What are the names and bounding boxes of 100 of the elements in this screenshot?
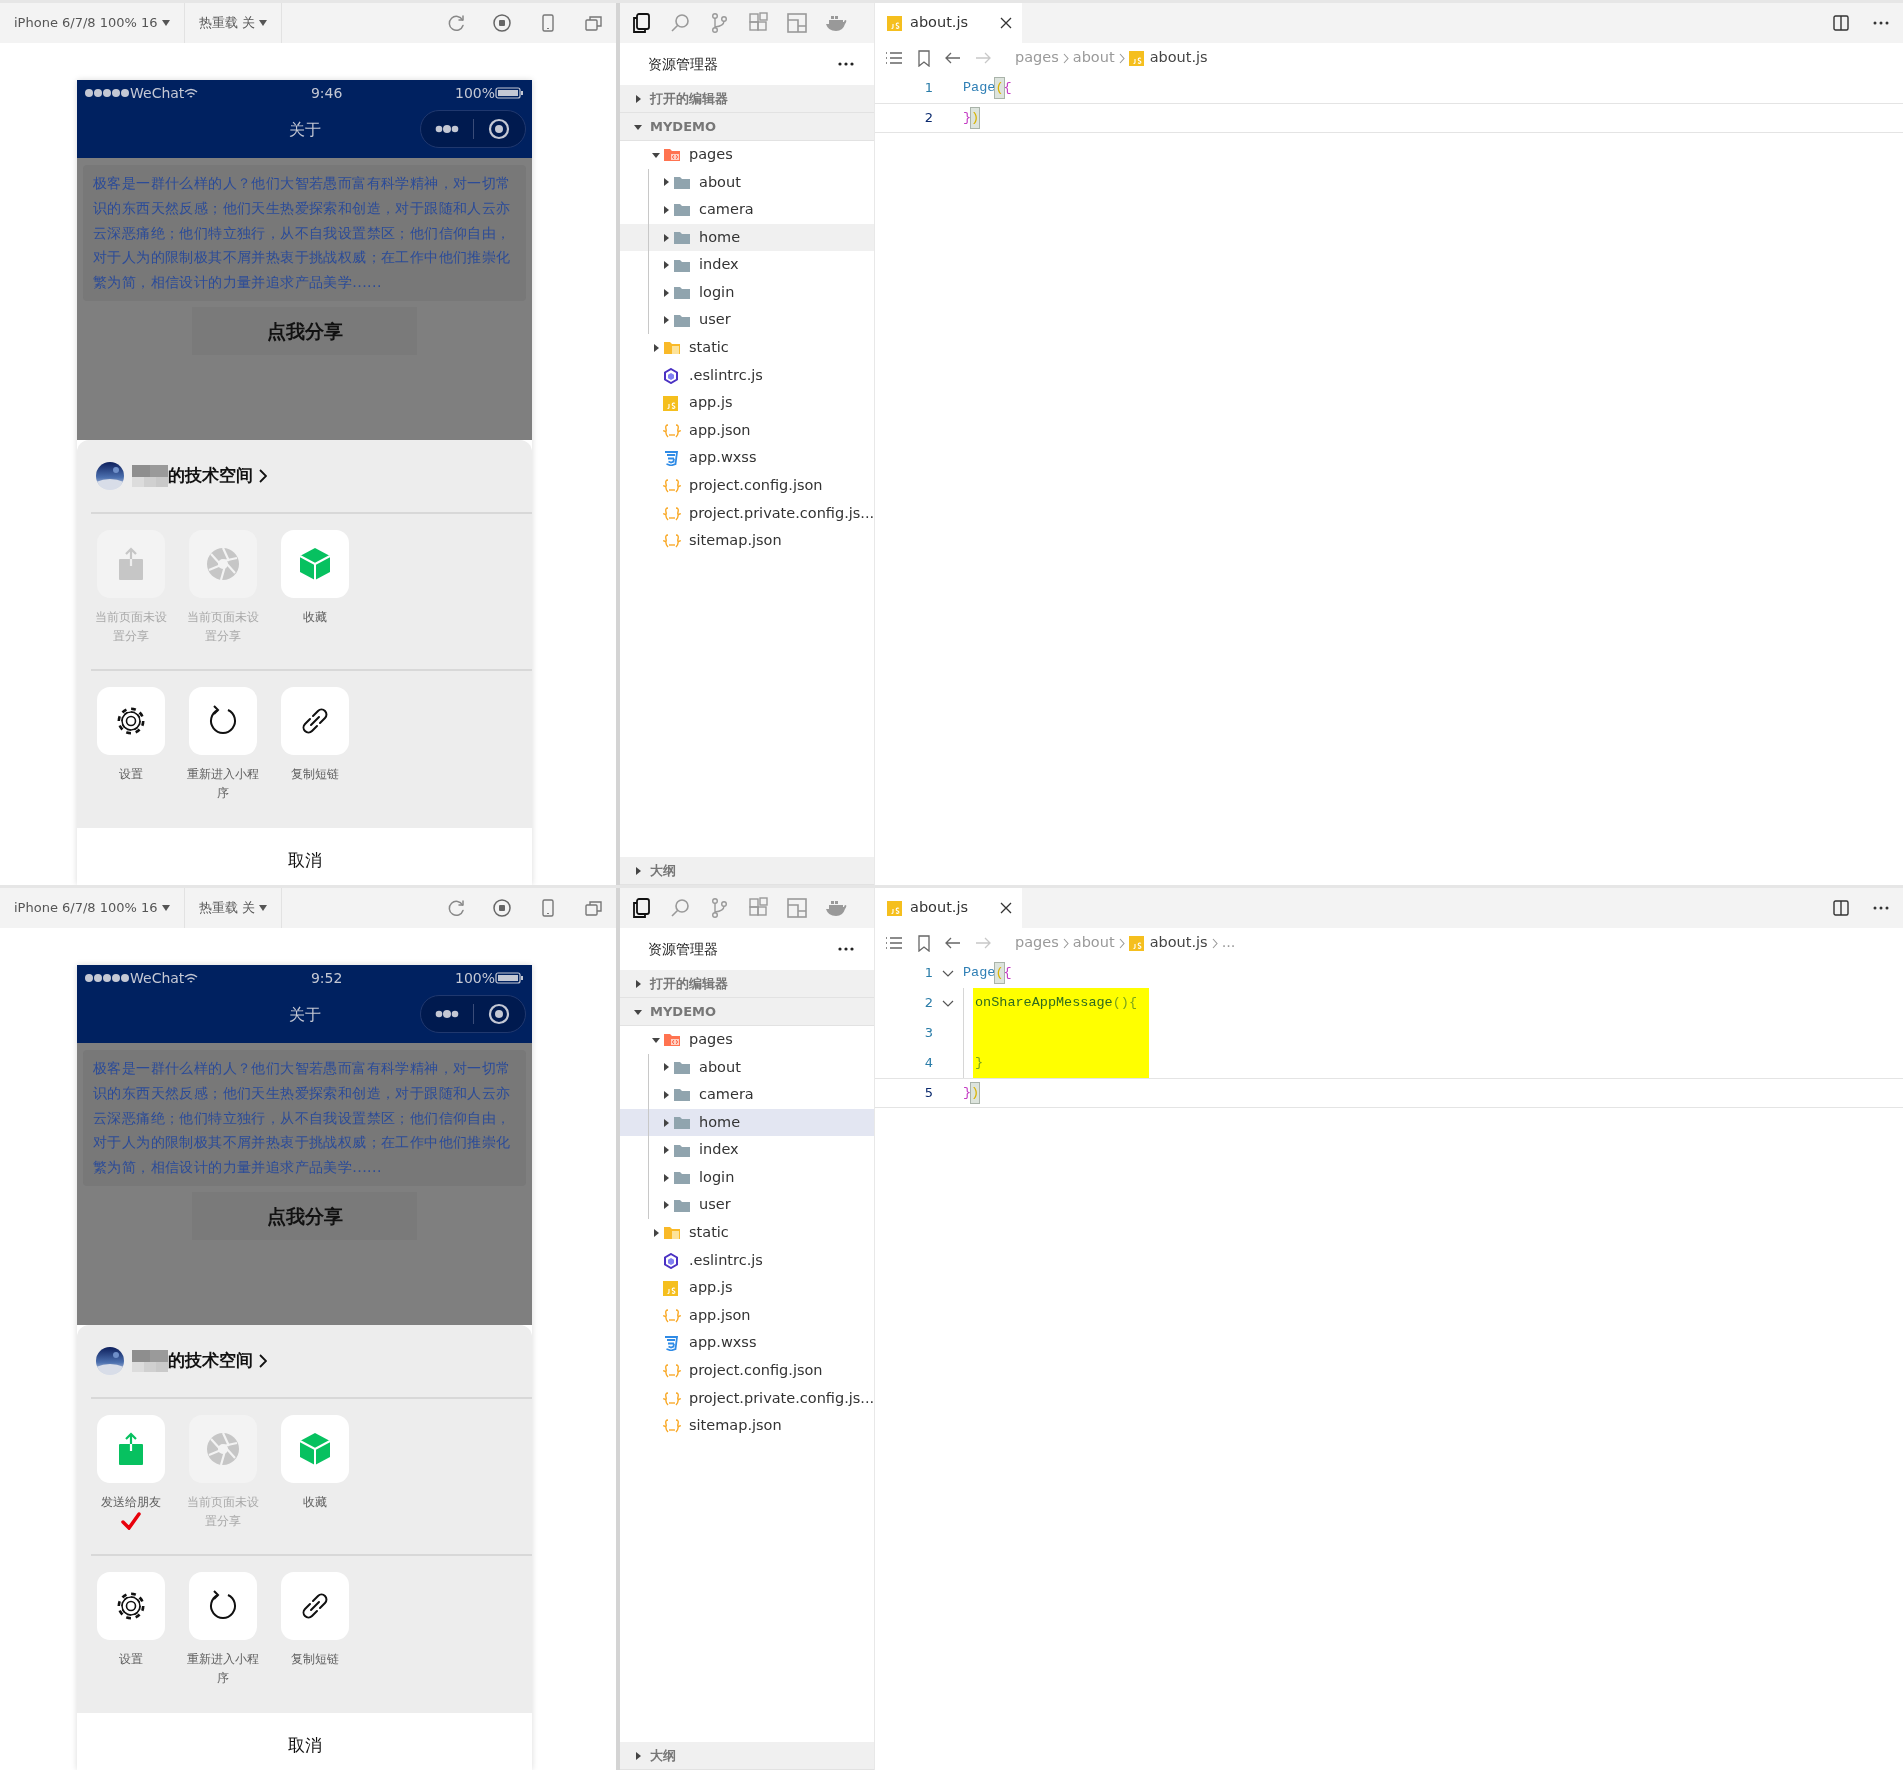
- tree-item[interactable]: user: [620, 306, 874, 335]
- more-icon[interactable]: [1873, 906, 1889, 910]
- tree-item[interactable]: app.js: [620, 1274, 874, 1302]
- device-selector[interactable]: iPhone 6/7/8 100% 16: [0, 3, 185, 43]
- section-header[interactable]: MYDEMO: [620, 113, 874, 141]
- windows-icon[interactable]: [584, 898, 604, 918]
- files-icon[interactable]: [630, 897, 652, 919]
- section-header[interactable]: 打开的编辑器: [620, 970, 874, 998]
- section-header[interactable]: 打开的编辑器: [620, 85, 874, 113]
- breadcrumb-item[interactable]: about.js: [1128, 932, 1208, 954]
- braces-icon: [663, 1362, 681, 1379]
- editor-tab[interactable]: about.js: [875, 888, 1022, 928]
- action-label: 收藏: [302, 609, 328, 626]
- tree-item[interactable]: sitemap.json: [620, 1412, 874, 1440]
- outline-list-icon[interactable]: [885, 936, 903, 950]
- bookmark-icon[interactable]: [917, 49, 931, 67]
- action-tile[interactable]: [281, 530, 349, 598]
- action-tile[interactable]: [281, 687, 349, 755]
- refresh-icon[interactable]: [446, 898, 466, 918]
- split-editor-icon[interactable]: [1833, 900, 1849, 916]
- action-tile[interactable]: [281, 1572, 349, 1640]
- section-header[interactable]: MYDEMO: [620, 998, 874, 1026]
- breadcrumb-item[interactable]: about.js: [1128, 47, 1208, 69]
- action-tile[interactable]: [281, 1415, 349, 1483]
- action-tile[interactable]: [97, 687, 165, 755]
- tree-item[interactable]: app.json: [620, 1301, 874, 1330]
- section-header[interactable]: 大纲: [620, 1742, 874, 1770]
- search-icon[interactable]: [669, 897, 691, 919]
- hot-reload-selector[interactable]: 热重载 关: [184, 3, 282, 43]
- fold-chevron-icon[interactable]: [942, 969, 954, 977]
- tree-item[interactable]: index: [620, 251, 874, 279]
- tree-item[interactable]: login: [620, 1163, 874, 1192]
- fold-chevron-icon[interactable]: [942, 999, 954, 1007]
- editor-tab[interactable]: about.js: [875, 3, 1022, 43]
- action-label: 当前页面未设置分享: [186, 609, 260, 645]
- share-icon: [116, 547, 146, 581]
- aperture-icon: [205, 546, 241, 582]
- tree-item[interactable]: project.private.config.js...: [620, 499, 874, 528]
- braces-icon: [663, 1307, 681, 1324]
- folder-icon: [673, 202, 691, 218]
- layout-icon[interactable]: [786, 897, 808, 919]
- battery-percent: 100%: [454, 83, 495, 103]
- explorer-title: 资源管理器: [648, 54, 718, 74]
- cancel-button[interactable]: 取消: [287, 848, 322, 872]
- back-arrow-icon[interactable]: [945, 937, 961, 949]
- section-header[interactable]: 大纲: [620, 857, 874, 885]
- windows-icon[interactable]: [584, 13, 604, 33]
- cancel-button[interactable]: 取消: [287, 1733, 322, 1757]
- stop-icon[interactable]: [492, 13, 512, 33]
- tree-item[interactable]: user: [620, 1191, 874, 1220]
- stop-icon[interactable]: [492, 898, 512, 918]
- more-icon[interactable]: [838, 62, 854, 66]
- tree-item[interactable]: static: [620, 334, 874, 362]
- tree-item[interactable]: index: [620, 1136, 874, 1164]
- layout-icon[interactable]: [786, 12, 808, 34]
- js-file-icon: [663, 1280, 678, 1296]
- tree-item[interactable]: pages: [620, 141, 874, 169]
- split-editor-icon[interactable]: [1833, 15, 1849, 31]
- more-icon[interactable]: [838, 947, 854, 951]
- account-link[interactable]: 的技术空间: [168, 1348, 267, 1374]
- tree-item[interactable]: home: [620, 223, 874, 252]
- action-tile[interactable]: [189, 687, 257, 755]
- action-label: 重新进入小程序: [186, 766, 260, 802]
- tree-item[interactable]: camera: [620, 1081, 874, 1109]
- tree-item[interactable]: camera: [620, 196, 874, 224]
- action-tile[interactable]: [97, 1415, 165, 1483]
- tree-item[interactable]: home: [620, 1108, 874, 1137]
- tree-item[interactable]: app.wxss: [620, 1329, 874, 1358]
- hot-reload-selector[interactable]: 热重载 关: [184, 888, 282, 928]
- account-link[interactable]: 的技术空间: [168, 463, 267, 489]
- device-selector[interactable]: iPhone 6/7/8 100% 16: [0, 888, 185, 928]
- share-button[interactable]: 点我分享: [192, 1192, 417, 1240]
- chevron-right-icon: [1118, 52, 1125, 64]
- tree-item[interactable]: about: [620, 1053, 874, 1082]
- tree-item[interactable]: .eslintrc.js: [620, 361, 874, 390]
- action-tile[interactable]: [189, 1572, 257, 1640]
- outline-list-icon[interactable]: [885, 51, 903, 65]
- files-icon[interactable]: [630, 12, 652, 34]
- more-icon[interactable]: [434, 1010, 459, 1018]
- tree-item[interactable]: app.wxss: [620, 444, 874, 473]
- search-icon[interactable]: [669, 12, 691, 34]
- tree-item[interactable]: project.config.json: [620, 1357, 874, 1385]
- back-arrow-icon[interactable]: [945, 52, 961, 64]
- action-label: 当前页面未设置分享: [186, 1494, 260, 1530]
- tree-item[interactable]: app.json: [620, 416, 874, 445]
- tree-item[interactable]: project.config.json: [620, 472, 874, 500]
- tree-item[interactable]: pages: [620, 1026, 874, 1054]
- share-button[interactable]: 点我分享: [192, 307, 417, 355]
- tree-item[interactable]: about: [620, 168, 874, 197]
- more-icon[interactable]: [434, 125, 459, 133]
- tree-item[interactable]: app.js: [620, 389, 874, 417]
- tree-item[interactable]: .eslintrc.js: [620, 1246, 874, 1275]
- refresh-icon[interactable]: [446, 13, 466, 33]
- more-icon[interactable]: [1873, 21, 1889, 25]
- bookmark-icon[interactable]: [917, 934, 931, 952]
- tree-item[interactable]: project.private.config.js...: [620, 1384, 874, 1413]
- tree-item[interactable]: sitemap.json: [620, 527, 874, 555]
- tree-item[interactable]: login: [620, 278, 874, 307]
- tree-item[interactable]: static: [620, 1219, 874, 1247]
- action-tile[interactable]: [97, 1572, 165, 1640]
